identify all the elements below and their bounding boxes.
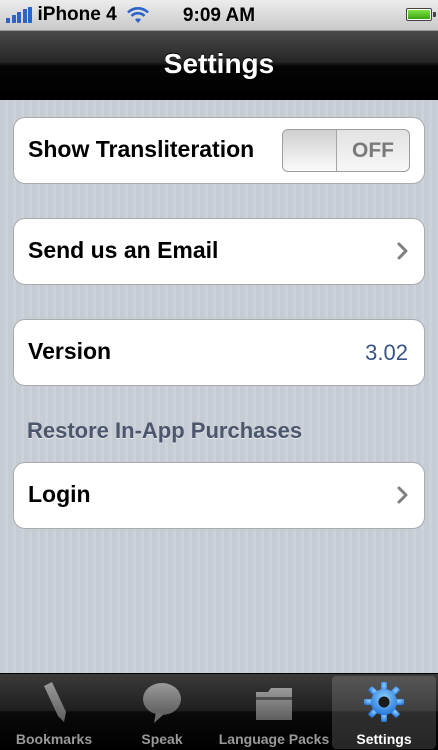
- send-email-label: Send us an Email: [28, 237, 219, 263]
- settings-content: Show Transliteration OFF Send us an Emai…: [0, 100, 438, 673]
- status-bar: iPhone 4 9:09 AM: [0, 0, 438, 31]
- toggle-knob: [283, 130, 337, 171]
- restore-purchases-header: Restore In-App Purchases: [27, 418, 303, 443]
- login-cell[interactable]: Login: [13, 462, 425, 529]
- transliteration-cell: Show Transliteration OFF: [13, 117, 425, 184]
- status-time: 9:09 AM: [182, 5, 256, 26]
- version-label: Version: [28, 338, 112, 364]
- folder-icon: [256, 688, 292, 720]
- bookmark-pen-icon: [44, 682, 66, 722]
- tab-bookmarks[interactable]: Bookmarks: [2, 676, 106, 749]
- version-value: 3.02: [365, 340, 408, 365]
- speech-bubble-icon: [143, 683, 181, 723]
- toggle-state-label: OFF: [352, 139, 394, 162]
- tab-speak-label: Speak: [141, 731, 183, 747]
- tab-settings-label: Settings: [356, 731, 412, 747]
- version-cell: Version 3.02: [13, 319, 425, 386]
- login-label: Login: [28, 481, 91, 507]
- chevron-right-icon: [397, 242, 408, 260]
- transliteration-label: Show Transliteration: [28, 136, 255, 162]
- tab-bar: Bookmarks Speak Language Packs Settings: [0, 673, 438, 750]
- tab-language-packs[interactable]: Language Packs: [218, 676, 330, 749]
- tab-settings[interactable]: Settings: [332, 676, 436, 749]
- chevron-right-icon: [397, 486, 408, 504]
- transliteration-toggle[interactable]: OFF: [282, 129, 410, 172]
- navigation-bar: Settings: [0, 31, 438, 100]
- send-email-cell[interactable]: Send us an Email: [13, 218, 425, 285]
- page-title: Settings: [163, 48, 275, 79]
- gear-icon: [364, 682, 404, 722]
- tab-bookmarks-label: Bookmarks: [15, 731, 93, 747]
- battery-icon: [406, 8, 436, 21]
- tab-language-packs-label: Language Packs: [218, 731, 330, 747]
- tab-speak[interactable]: Speak: [110, 676, 214, 749]
